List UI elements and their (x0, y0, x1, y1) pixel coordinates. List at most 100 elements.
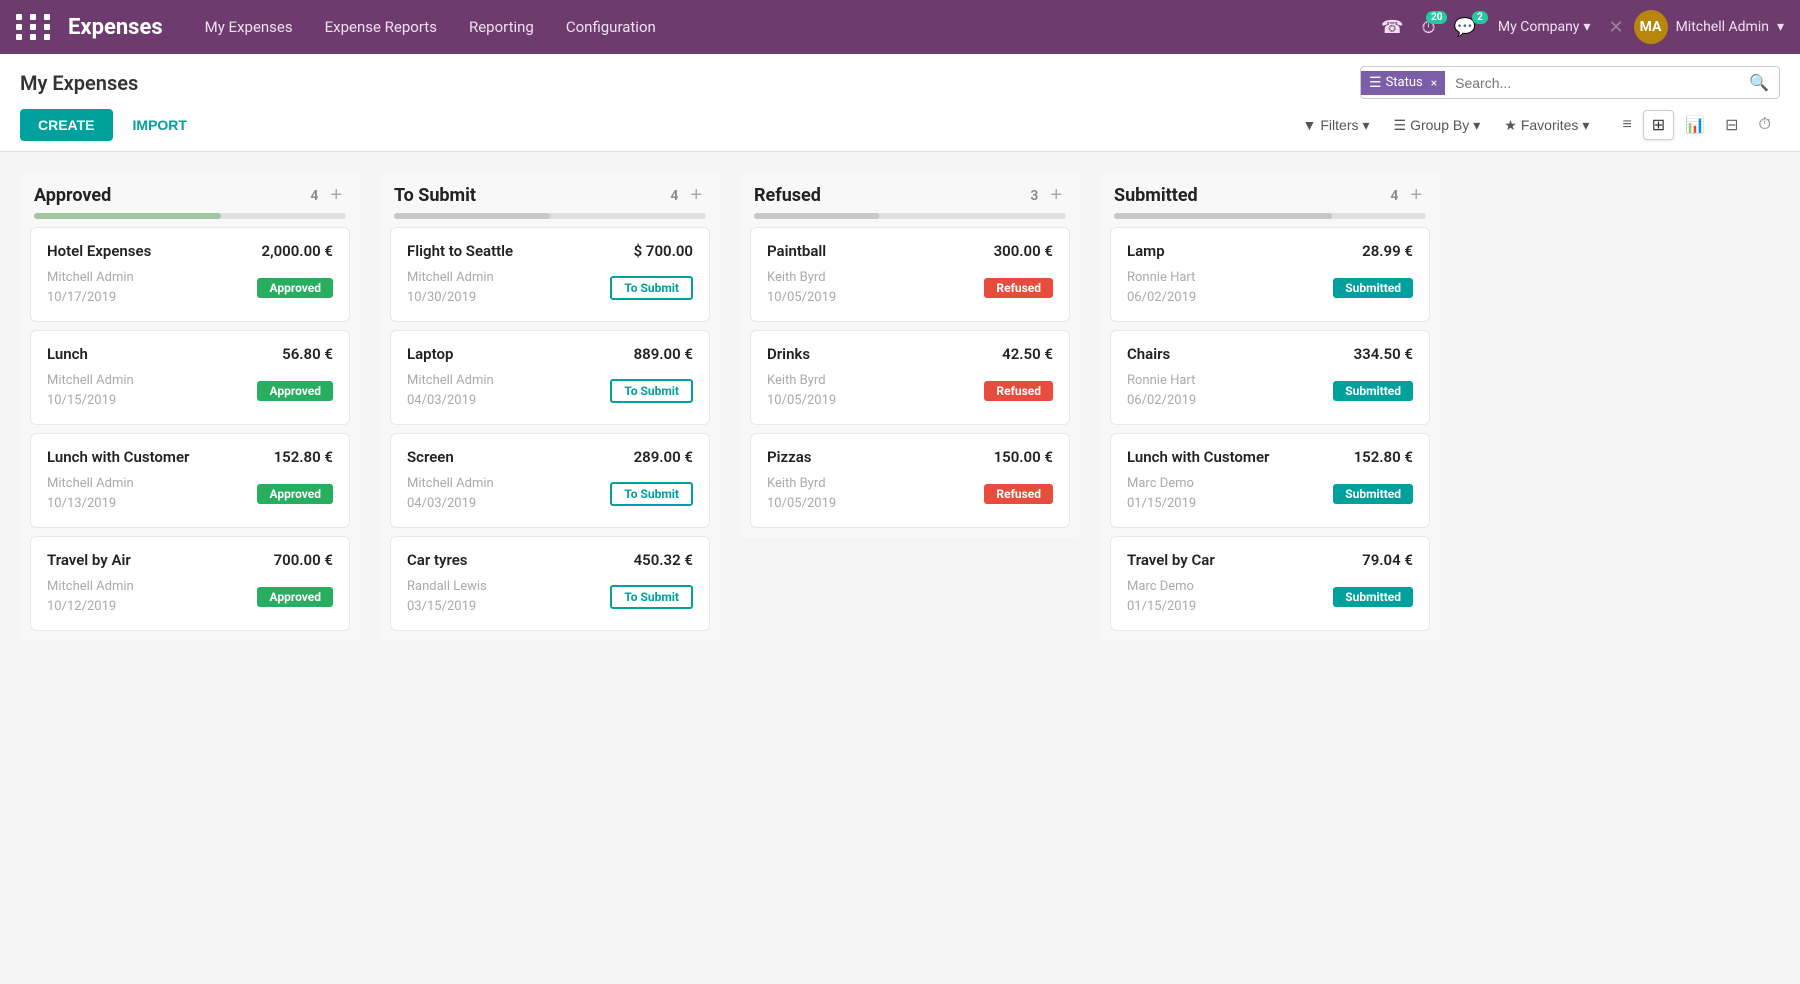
card-footer-row: Ronnie Hart 06/02/2019 Submitted (1127, 371, 1413, 410)
card-title: Travel by Car (1127, 551, 1215, 569)
kanban-card[interactable]: Lunch 56.80 € Mitchell Admin 10/15/2019 … (30, 330, 350, 425)
card-user: Mitchell Admin (47, 268, 134, 288)
card-footer-row: Marc Demo 01/15/2019 Submitted (1127, 577, 1413, 616)
card-user: Keith Byrd (767, 268, 836, 288)
status-badge: Submitted (1333, 381, 1413, 401)
card-amount: 56.80 € (282, 345, 333, 363)
card-title: Lamp (1127, 242, 1165, 260)
favorites-button[interactable]: ★ Favorites ▾ (1496, 113, 1597, 138)
kanban-cards-submitted: Lamp 28.99 € Ronnie Hart 06/02/2019 Subm… (1100, 227, 1440, 641)
menu-reporting[interactable]: Reporting (455, 12, 548, 42)
card-title: Hotel Expenses (47, 242, 151, 260)
card-user: Keith Byrd (767, 474, 836, 494)
kanban-card[interactable]: Travel by Air 700.00 € Mitchell Admin 10… (30, 536, 350, 631)
filter-close-icon[interactable]: × (1431, 76, 1437, 90)
avatar: MA (1634, 10, 1668, 44)
kanban-col-add-approved[interactable]: + (326, 184, 346, 207)
card-date: 01/15/2019 (1127, 597, 1196, 617)
card-title: Screen (407, 448, 454, 466)
card-meta: Keith Byrd 10/05/2019 (767, 474, 836, 513)
kanban-card[interactable]: Lunch with Customer 152.80 € Marc Demo 0… (1110, 433, 1430, 528)
kanban-card[interactable]: Chairs 334.50 € Ronnie Hart 06/02/2019 S… (1110, 330, 1430, 425)
card-date: 10/30/2019 (407, 288, 494, 308)
kanban-card[interactable]: Hotel Expenses 2,000.00 € Mitchell Admin… (30, 227, 350, 322)
chart-view-button[interactable]: 📊 (1676, 110, 1714, 140)
card-meta: Marc Demo 01/15/2019 (1127, 474, 1196, 513)
card-amount: 79.04 € (1362, 551, 1413, 569)
kanban-col-count-submitted: 4 (1390, 188, 1398, 204)
card-amount: 889.00 € (634, 345, 693, 363)
kanban-card[interactable]: Travel by Car 79.04 € Marc Demo 01/15/20… (1110, 536, 1430, 631)
kanban-col-title-refused: Refused (754, 185, 821, 206)
menu-expense-reports[interactable]: Expense Reports (311, 12, 451, 42)
kanban-card[interactable]: Lamp 28.99 € Ronnie Hart 06/02/2019 Subm… (1110, 227, 1430, 322)
search-icon[interactable]: 🔍 (1739, 67, 1779, 98)
kanban-card[interactable]: Car tyres 450.32 € Randall Lewis 03/15/2… (390, 536, 710, 631)
star-icon: ★ (1504, 117, 1517, 134)
kanban-card[interactable]: Pizzas 150.00 € Keith Byrd 10/05/2019 Re… (750, 433, 1070, 528)
kanban-card[interactable]: Laptop 889.00 € Mitchell Admin 04/03/201… (390, 330, 710, 425)
card-footer-row: Mitchell Admin 10/30/2019 To Submit (407, 268, 693, 307)
kanban-col-header-approved: Approved 4 + (20, 172, 360, 213)
list-view-button[interactable]: ≡ (1613, 111, 1640, 139)
kanban-col-header-tosubmit: To Submit 4 + (380, 172, 720, 213)
filters-button[interactable]: ▼ Filters ▾ (1295, 113, 1378, 138)
kanban-card[interactable]: Flight to Seattle $ 700.00 Mitchell Admi… (390, 227, 710, 322)
kanban-col-add-tosubmit[interactable]: + (686, 184, 706, 207)
card-date: 10/17/2019 (47, 288, 134, 308)
chat-badge-btn[interactable]: 💬 2 (1449, 17, 1479, 38)
grid-view-button[interactable]: ⊟ (1716, 110, 1747, 140)
topnav-right-area: ☎ ⏱ 20 💬 2 My Company ▾ ✕ MA Mitchell Ad… (1377, 10, 1784, 44)
status-badge: Approved (257, 381, 333, 401)
top-navigation: Expenses My Expenses Expense Reports Rep… (0, 0, 1800, 54)
menu-my-expenses[interactable]: My Expenses (191, 12, 307, 42)
kanban-view-button[interactable]: ⊞ (1643, 110, 1674, 140)
card-header-row: Hotel Expenses 2,000.00 € (47, 242, 333, 260)
create-button[interactable]: CREATE (20, 109, 113, 141)
status-badge: Approved (257, 278, 333, 298)
menu-configuration[interactable]: Configuration (552, 12, 670, 42)
kanban-progress-fill-tosubmit (394, 213, 550, 219)
kanban-col-add-refused[interactable]: + (1046, 184, 1066, 207)
clock-badge-btn[interactable]: ⏱ 20 (1417, 17, 1439, 38)
kanban-card[interactable]: Screen 289.00 € Mitchell Admin 04/03/201… (390, 433, 710, 528)
card-meta: Mitchell Admin 04/03/2019 (407, 474, 494, 513)
company-selector[interactable]: My Company ▾ (1490, 15, 1599, 39)
phone-icon[interactable]: ☎ (1377, 13, 1407, 42)
card-footer-row: Ronnie Hart 06/02/2019 Submitted (1127, 268, 1413, 307)
kanban-card[interactable]: Drinks 42.50 € Keith Byrd 10/05/2019 Ref… (750, 330, 1070, 425)
group-by-button[interactable]: ☰ Group By ▾ (1386, 113, 1489, 138)
kanban-card[interactable]: Lunch with Customer 152.80 € Mitchell Ad… (30, 433, 350, 528)
card-meta: Mitchell Admin 10/12/2019 (47, 577, 134, 616)
status-badge: Approved (257, 484, 333, 504)
menu-icon: ☰ (1369, 75, 1382, 91)
kanban-col-add-submitted[interactable]: + (1406, 184, 1426, 207)
card-title: Drinks (767, 345, 810, 363)
view-icons: ≡ ⊞ 📊 ⊟ ⏱ (1613, 110, 1780, 140)
card-date: 10/05/2019 (767, 391, 836, 411)
subheader: My Expenses ☰ Status × 🔍 CREATE IMPORT ▼… (0, 54, 1800, 152)
search-filter-tag[interactable]: ☰ Status × (1361, 71, 1445, 95)
search-input[interactable] (1445, 69, 1739, 97)
status-badge: To Submit (610, 482, 693, 506)
card-amount: $ 700.00 (634, 242, 693, 260)
card-amount: 334.50 € (1354, 345, 1413, 363)
card-date: 10/05/2019 (767, 494, 836, 514)
card-title: Lunch (47, 345, 88, 363)
pivot-view-button[interactable]: ⏱ (1750, 111, 1780, 139)
import-button[interactable]: IMPORT (119, 109, 201, 141)
card-date: 01/15/2019 (1127, 494, 1196, 514)
status-badge: Submitted (1333, 278, 1413, 298)
card-user: Mitchell Admin (47, 371, 134, 391)
card-meta: Mitchell Admin 10/30/2019 (407, 268, 494, 307)
kanban-col-header-refused: Refused 3 + (740, 172, 1080, 213)
status-badge: Refused (984, 484, 1053, 504)
user-menu[interactable]: MA Mitchell Admin ▾ (1634, 10, 1784, 44)
kanban-progress-bar-submitted (1114, 213, 1426, 219)
user-name: Mitchell Admin (1676, 19, 1769, 35)
card-header-row: Chairs 334.50 € (1127, 345, 1413, 363)
favorites-chevron-icon: ▾ (1582, 117, 1589, 134)
app-grid-menu[interactable] (16, 14, 54, 40)
card-header-row: Car tyres 450.32 € (407, 551, 693, 569)
kanban-card[interactable]: Paintball 300.00 € Keith Byrd 10/05/2019… (750, 227, 1070, 322)
